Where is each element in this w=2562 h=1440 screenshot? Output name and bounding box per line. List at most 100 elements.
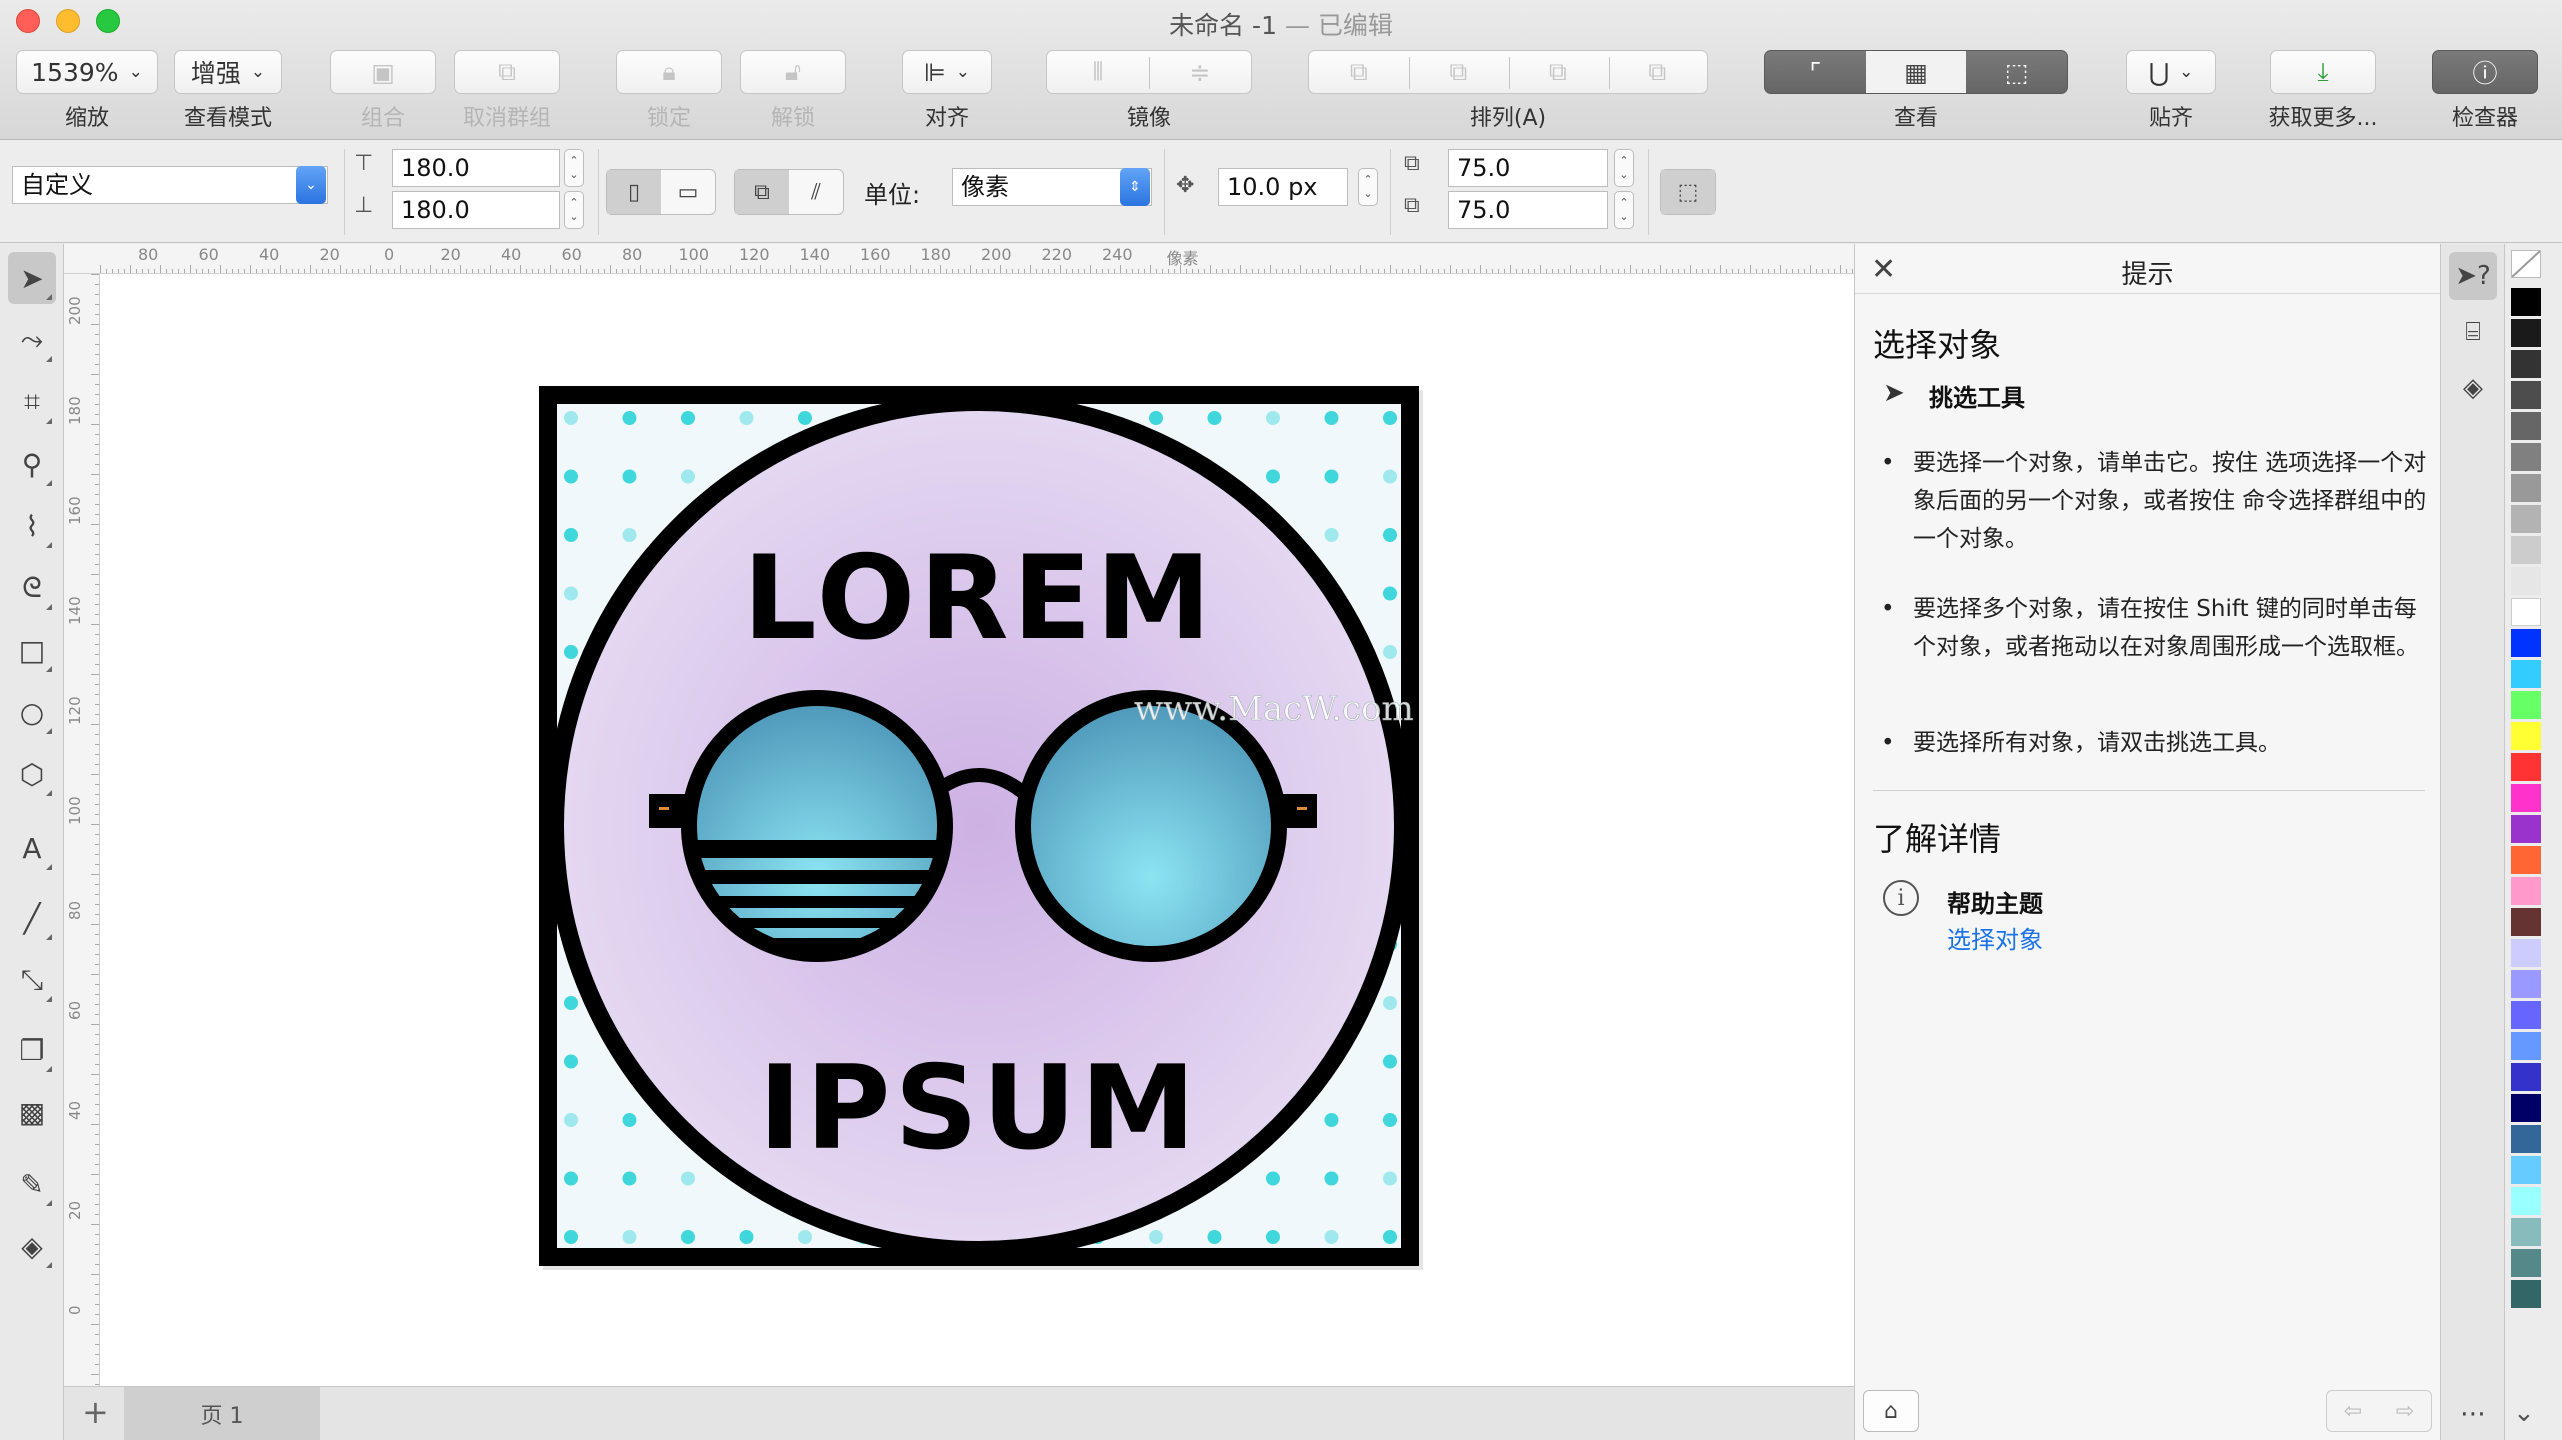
color-swatch[interactable]: [2511, 846, 2541, 874]
rectangle-tool[interactable]: □: [8, 624, 56, 676]
shape-tool[interactable]: ⤳: [8, 314, 56, 366]
color-swatch[interactable]: [2511, 1249, 2541, 1277]
forward-one-button[interactable]: ⧉: [1409, 57, 1509, 87]
color-swatch[interactable]: [2511, 970, 2541, 998]
landscape-button[interactable]: ▭: [661, 170, 715, 214]
treat-as-filled-button[interactable]: ⬚: [1660, 169, 1716, 215]
hints-home-button[interactable]: ⌂: [1863, 1390, 1919, 1432]
page-height-stepper[interactable]: ⌃ ⌄: [564, 191, 584, 229]
color-swatch[interactable]: [2511, 381, 2541, 409]
drop-shadow-tool[interactable]: ❐: [8, 1024, 56, 1076]
color-swatch[interactable]: [2511, 691, 2541, 719]
nudge-input[interactable]: 10.0 px: [1218, 168, 1348, 206]
page-preset-select[interactable]: 自定义: [12, 166, 328, 204]
color-swatch[interactable]: [2511, 474, 2541, 502]
color-swatch[interactable]: [2511, 939, 2541, 967]
color-swatch[interactable]: [2511, 288, 2541, 316]
drawing-canvas[interactable]: LOREM IPSUM www.MacW.com: [100, 274, 1854, 1386]
color-swatch[interactable]: [2511, 505, 2541, 533]
get-more-button[interactable]: ⤓: [2270, 50, 2376, 94]
zoom-tool[interactable]: ⚲: [8, 438, 56, 490]
add-page-button[interactable]: +: [82, 1393, 109, 1431]
color-swatch[interactable]: [2511, 629, 2541, 657]
view-mode-dropdown[interactable]: 增强 ⌄: [174, 50, 282, 94]
color-swatch[interactable]: [2511, 908, 2541, 936]
page-width-stepper[interactable]: ⌃ ⌄: [564, 149, 584, 187]
freehand-tool[interactable]: ⌇: [8, 500, 56, 552]
duplicate-x-stepper[interactable]: ⌃ ⌄: [1614, 149, 1634, 187]
interactive-fill-tool[interactable]: ◈: [8, 1220, 56, 1272]
connector-tool[interactable]: ⤡: [8, 954, 56, 1006]
inspector-button[interactable]: ⓘ: [2432, 50, 2538, 94]
lock-button[interactable]: 🔒︎: [616, 50, 722, 94]
color-swatch[interactable]: [2511, 567, 2541, 595]
to-front-button[interactable]: ⧉: [1309, 57, 1409, 87]
color-swatch[interactable]: [2511, 1187, 2541, 1215]
hints-back-button[interactable]: ⇦: [2327, 1391, 2379, 1431]
pick-tool[interactable]: ➤: [8, 252, 56, 304]
group-button[interactable]: ▣: [330, 50, 436, 94]
view-guidelines-button[interactable]: ⬚: [1966, 58, 2067, 87]
align-dropdown[interactable]: ⊫ ⌄: [902, 50, 992, 94]
unlock-button[interactable]: 🔓︎: [740, 50, 846, 94]
color-swatch[interactable]: [2511, 1125, 2541, 1153]
color-swatch[interactable]: [2511, 815, 2541, 843]
color-swatch[interactable]: [2511, 536, 2541, 564]
color-swatch[interactable]: [2511, 443, 2541, 471]
color-swatch[interactable]: [2511, 319, 2541, 347]
color-swatch[interactable]: [2511, 753, 2541, 781]
vertical-ruler[interactable]: 20018016014012010080604020020: [64, 274, 100, 1386]
color-swatch[interactable]: [2511, 877, 2541, 905]
nudge-stepper[interactable]: ⌃ ⌄: [1358, 168, 1378, 206]
zoom-dropdown[interactable]: 1539% ⌄: [16, 50, 158, 94]
view-grid-button[interactable]: ▦: [1865, 51, 1967, 93]
logo-bottom-text[interactable]: IPSUM: [758, 1041, 1199, 1176]
portrait-button[interactable]: ▯: [607, 170, 661, 214]
artistic-media-tool[interactable]: ᘓ: [8, 562, 56, 614]
horizontal-ruler[interactable]: 80 60 40 20 0 20 40 60 80 100 120 140 160 180 200 220 24…: [64, 244, 1854, 274]
mirror-horizontal-button[interactable]: ⫴: [1047, 57, 1149, 87]
duplicate-y-input[interactable]: 75.0: [1448, 191, 1608, 229]
view-rulers-button[interactable]: ⌜: [1765, 58, 1866, 87]
color-swatch[interactable]: [2511, 1156, 2541, 1184]
current-page-button[interactable]: ⫽: [789, 170, 843, 214]
page-height-input[interactable]: 180.0: [392, 191, 560, 229]
properties-docker-button[interactable]: ⌸: [2449, 308, 2497, 356]
color-swatch[interactable]: [2511, 1032, 2541, 1060]
logo-artwork[interactable]: LOREM IPSUM www.MacW.com: [539, 386, 1427, 1274]
duplicate-y-stepper[interactable]: ⌃ ⌄: [1614, 191, 1634, 229]
transparency-tool[interactable]: ▩: [8, 1086, 56, 1138]
color-swatch[interactable]: [2511, 660, 2541, 688]
crop-tool[interactable]: ⌗: [8, 376, 56, 428]
objects-docker-button[interactable]: ◈: [2449, 364, 2497, 412]
parallel-dimension-tool[interactable]: ╱: [8, 892, 56, 944]
palette-scroll-down-icon[interactable]: ⌄: [2513, 1398, 2535, 1428]
color-swatch[interactable]: [2511, 412, 2541, 440]
snap-dropdown[interactable]: ⋃ ⌄: [2126, 50, 2216, 94]
back-one-button[interactable]: ⧉: [1508, 57, 1608, 87]
hints-docker-button[interactable]: ➤?: [2449, 252, 2497, 300]
logo-top-text[interactable]: LOREM: [743, 531, 1215, 666]
page-tab-1[interactable]: 页 1: [124, 1387, 320, 1440]
mirror-vertical-button[interactable]: ≑: [1149, 58, 1251, 87]
text-tool[interactable]: A: [8, 822, 56, 874]
docker-more-button[interactable]: ⋯: [2449, 1390, 2497, 1438]
color-swatch[interactable]: [2511, 350, 2541, 378]
ungroup-button[interactable]: ⧉: [454, 50, 560, 94]
color-swatch[interactable]: [2511, 1001, 2541, 1029]
color-swatch[interactable]: [2511, 1280, 2541, 1308]
color-swatch[interactable]: [2511, 598, 2541, 626]
duplicate-x-input[interactable]: 75.0: [1448, 149, 1608, 187]
polygon-tool[interactable]: ⬡: [8, 748, 56, 800]
color-swatch[interactable]: [2511, 784, 2541, 812]
to-back-button[interactable]: ⧉: [1608, 57, 1708, 87]
color-swatch[interactable]: [2511, 1063, 2541, 1091]
color-swatch[interactable]: [2511, 1094, 2541, 1122]
color-swatch[interactable]: [2511, 1218, 2541, 1246]
color-swatch[interactable]: [2511, 722, 2541, 750]
eyedropper-tool[interactable]: ✎: [8, 1158, 56, 1210]
hints-forward-button[interactable]: ⇨: [2379, 1391, 2431, 1431]
no-color-swatch[interactable]: [2511, 250, 2541, 278]
ellipse-tool[interactable]: ○: [8, 686, 56, 738]
help-topic-link[interactable]: 选择对象: [1947, 920, 2043, 955]
